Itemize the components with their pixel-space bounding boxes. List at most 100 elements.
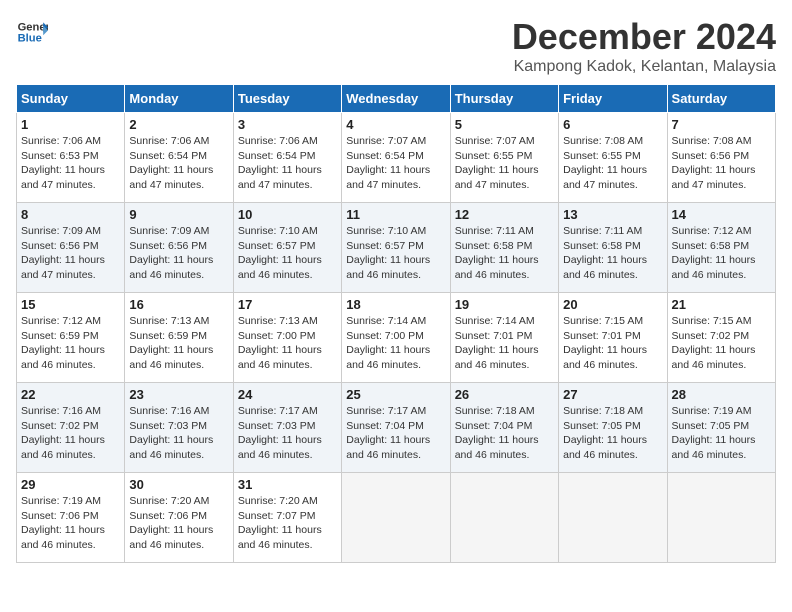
day-number: 17	[238, 297, 337, 312]
day-number: 2	[129, 117, 228, 132]
day-info: Sunrise: 7:20 AMSunset: 7:07 PMDaylight:…	[238, 494, 337, 553]
logo: General Blue	[16, 16, 48, 48]
day-number: 24	[238, 387, 337, 402]
day-number: 26	[455, 387, 554, 402]
day-number: 13	[563, 207, 662, 222]
day-info: Sunrise: 7:08 AMSunset: 6:56 PMDaylight:…	[672, 134, 771, 193]
day-number: 10	[238, 207, 337, 222]
calendar-cell: 31Sunrise: 7:20 AMSunset: 7:07 PMDayligh…	[233, 473, 341, 563]
calendar-week-row: 22Sunrise: 7:16 AMSunset: 7:02 PMDayligh…	[17, 383, 776, 473]
weekday-header-sunday: Sunday	[17, 85, 125, 113]
day-info: Sunrise: 7:14 AMSunset: 7:01 PMDaylight:…	[455, 314, 554, 373]
logo-icon: General Blue	[16, 16, 48, 48]
calendar-cell: 11 Sunrise: 7:10 AMSunset: 6:57 PMDayligh…	[342, 203, 450, 293]
calendar-cell: 19 Sunrise: 7:14 AMSunset: 7:01 PMDayligh…	[450, 293, 558, 383]
day-info: Sunrise: 7:13 AMSunset: 6:59 PMDaylight:…	[129, 314, 228, 373]
calendar-cell: 27Sunrise: 7:18 AMSunset: 7:05 PMDayligh…	[559, 383, 667, 473]
calendar-cell: 23 Sunrise: 7:16 AMSunset: 7:03 PMDayligh…	[125, 383, 233, 473]
day-number: 9	[129, 207, 228, 222]
day-number: 8	[21, 207, 120, 222]
day-number: 14	[672, 207, 771, 222]
calendar-cell: 26 Sunrise: 7:18 AMSunset: 7:04 PMDayligh…	[450, 383, 558, 473]
location-subtitle: Kampong Kadok, Kelantan, Malaysia	[512, 58, 776, 76]
day-info: Sunrise: 7:07 AMSunset: 6:55 PMDaylight:…	[455, 134, 554, 193]
weekday-header-monday: Monday	[125, 85, 233, 113]
day-info: Sunrise: 7:19 AMSunset: 7:05 PMDaylight:…	[672, 404, 771, 463]
day-info: Sunrise: 7:06 AMSunset: 6:54 PMDaylight:…	[129, 134, 228, 193]
day-info: Sunrise: 7:16 AMSunset: 7:03 PMDaylight:…	[129, 404, 228, 463]
calendar-cell: 4 Sunrise: 7:07 AMSunset: 6:54 PMDaylight…	[342, 113, 450, 203]
calendar-week-row: 15Sunrise: 7:12 AMSunset: 6:59 PMDayligh…	[17, 293, 776, 383]
day-info: Sunrise: 7:10 AMSunset: 6:57 PMDaylight:…	[346, 224, 445, 283]
day-number: 5	[455, 117, 554, 132]
day-number: 25	[346, 387, 445, 402]
day-number: 28	[672, 387, 771, 402]
calendar-cell: 5 Sunrise: 7:07 AMSunset: 6:55 PMDaylight…	[450, 113, 558, 203]
day-info: Sunrise: 7:20 AMSunset: 7:06 PMDaylight:…	[129, 494, 228, 553]
day-number: 11	[346, 207, 445, 222]
day-info: Sunrise: 7:14 AMSunset: 7:00 PMDaylight:…	[346, 314, 445, 373]
day-info: Sunrise: 7:13 AMSunset: 7:00 PMDaylight:…	[238, 314, 337, 373]
day-number: 29	[21, 477, 120, 492]
calendar-cell: 12 Sunrise: 7:11 AMSunset: 6:58 PMDayligh…	[450, 203, 558, 293]
calendar-table: SundayMondayTuesdayWednesdayThursdayFrid…	[16, 84, 776, 563]
calendar-cell: 8Sunrise: 7:09 AMSunset: 6:56 PMDaylight…	[17, 203, 125, 293]
day-info: Sunrise: 7:08 AMSunset: 6:55 PMDaylight:…	[563, 134, 662, 193]
day-info: Sunrise: 7:06 AMSunset: 6:54 PMDaylight:…	[238, 134, 337, 193]
calendar-cell: 9 Sunrise: 7:09 AMSunset: 6:56 PMDaylight…	[125, 203, 233, 293]
day-number: 18	[346, 297, 445, 312]
day-info: Sunrise: 7:18 AMSunset: 7:04 PMDaylight:…	[455, 404, 554, 463]
calendar-cell: 7Sunrise: 7:08 AMSunset: 6:56 PMDaylight…	[667, 113, 775, 203]
calendar-cell: 15Sunrise: 7:12 AMSunset: 6:59 PMDayligh…	[17, 293, 125, 383]
calendar-cell: 22Sunrise: 7:16 AMSunset: 7:02 PMDayligh…	[17, 383, 125, 473]
calendar-cell: 14 Sunrise: 7:12 AMSunset: 6:58 PMDayligh…	[667, 203, 775, 293]
weekday-header-row: SundayMondayTuesdayWednesdayThursdayFrid…	[17, 85, 776, 113]
calendar-cell: 16 Sunrise: 7:13 AMSunset: 6:59 PMDayligh…	[125, 293, 233, 383]
calendar-cell: 2 Sunrise: 7:06 AMSunset: 6:54 PMDaylight…	[125, 113, 233, 203]
day-number: 30	[129, 477, 228, 492]
calendar-cell: 29Sunrise: 7:19 AMSunset: 7:06 PMDayligh…	[17, 473, 125, 563]
weekday-header-saturday: Saturday	[667, 85, 775, 113]
day-number: 12	[455, 207, 554, 222]
page-header: General Blue December 2024 Kampong Kadok…	[16, 16, 776, 76]
weekday-header-wednesday: Wednesday	[342, 85, 450, 113]
day-info: Sunrise: 7:17 AMSunset: 7:04 PMDaylight:…	[346, 404, 445, 463]
calendar-cell	[342, 473, 450, 563]
calendar-cell: 17 Sunrise: 7:13 AMSunset: 7:00 PMDayligh…	[233, 293, 341, 383]
weekday-header-friday: Friday	[559, 85, 667, 113]
calendar-week-row: 1Sunrise: 7:06 AMSunset: 6:53 PMDaylight…	[17, 113, 776, 203]
calendar-week-row: 29Sunrise: 7:19 AMSunset: 7:06 PMDayligh…	[17, 473, 776, 563]
day-number: 19	[455, 297, 554, 312]
day-info: Sunrise: 7:07 AMSunset: 6:54 PMDaylight:…	[346, 134, 445, 193]
calendar-cell: 21 Sunrise: 7:15 AMSunset: 7:02 PMDayligh…	[667, 293, 775, 383]
weekday-header-tuesday: Tuesday	[233, 85, 341, 113]
day-info: Sunrise: 7:17 AMSunset: 7:03 PMDaylight:…	[238, 404, 337, 463]
day-info: Sunrise: 7:10 AMSunset: 6:57 PMDaylight:…	[238, 224, 337, 283]
day-number: 16	[129, 297, 228, 312]
calendar-cell: 6 Sunrise: 7:08 AMSunset: 6:55 PMDaylight…	[559, 113, 667, 203]
day-number: 6	[563, 117, 662, 132]
calendar-cell: 13Sunrise: 7:11 AMSunset: 6:58 PMDayligh…	[559, 203, 667, 293]
day-info: Sunrise: 7:06 AMSunset: 6:53 PMDaylight:…	[21, 134, 120, 193]
calendar-cell: 28 Sunrise: 7:19 AMSunset: 7:05 PMDayligh…	[667, 383, 775, 473]
day-number: 23	[129, 387, 228, 402]
svg-text:Blue: Blue	[18, 33, 42, 45]
day-number: 4	[346, 117, 445, 132]
calendar-cell: 24 Sunrise: 7:17 AMSunset: 7:03 PMDayligh…	[233, 383, 341, 473]
calendar-cell	[667, 473, 775, 563]
calendar-cell: 25 Sunrise: 7:17 AMSunset: 7:04 PMDayligh…	[342, 383, 450, 473]
day-info: Sunrise: 7:15 AMSunset: 7:01 PMDaylight:…	[563, 314, 662, 373]
month-title: December 2024	[512, 16, 776, 58]
day-number: 21	[672, 297, 771, 312]
day-info: Sunrise: 7:09 AMSunset: 6:56 PMDaylight:…	[129, 224, 228, 283]
day-info: Sunrise: 7:15 AMSunset: 7:02 PMDaylight:…	[672, 314, 771, 373]
day-info: Sunrise: 7:12 AMSunset: 6:58 PMDaylight:…	[672, 224, 771, 283]
day-number: 3	[238, 117, 337, 132]
calendar-week-row: 8 Sunrise: 7:09 AMSunset: 6:56 PMDaylight…	[17, 203, 776, 293]
day-number: 20	[563, 297, 662, 312]
day-info: Sunrise: 7:18 AMSunset: 7:05 PMDaylight:…	[563, 404, 662, 463]
title-section: December 2024 Kampong Kadok, Kelantan, M…	[512, 16, 776, 76]
calendar-cell: 18 Sunrise: 7:14 AMSunset: 7:00 PMDayligh…	[342, 293, 450, 383]
calendar-cell	[450, 473, 558, 563]
day-info: Sunrise: 7:11 AMSunset: 6:58 PMDaylight:…	[455, 224, 554, 283]
